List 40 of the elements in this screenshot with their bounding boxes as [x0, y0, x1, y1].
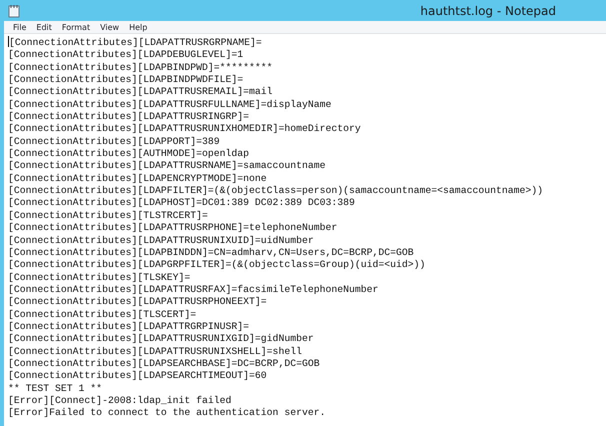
text-area[interactable] [4, 34, 606, 426]
text-line: [ConnectionAttributes][LDAPBINDPWD]=********* [8, 62, 273, 74]
text-cursor [8, 36, 9, 47]
text-line: [ConnectionAttributes][TLSKEY]= [8, 272, 190, 284]
text-line: [ConnectionAttributes][LDAPATTRUSREMAIL]=mail [8, 86, 273, 99]
text-line: [ConnectionAttributes][LDAPATTRGRPINUSR]= [8, 320, 250, 334]
text-line: [ConnectionAttributes][LDAPATTRUSRGRPNAME]= [8, 36, 262, 50]
text-line: [Error][Connect]-2008:ldap_init failed [8, 394, 232, 408]
text-line: [ConnectionAttributes][TLSTRCERT]= [8, 210, 208, 222]
text-line: [ConnectionAttributes][LDAPATTRUSRPHONE]=telephoneNumber [8, 222, 338, 234]
text-line: [ConnectionAttributes][LDAPSEARCHTIMEOUT]=60 [8, 370, 267, 383]
text-line: [ConnectionAttributes][LDAPATTRUSRNAME]=samaccountname [8, 160, 326, 173]
text-line: [ConnectionAttributes][LDAPATTRUSRFAX]=facsimileTelephoneNumber [8, 284, 378, 296]
text-line: [ConnectionAttributes][LDAPDEBUGLEVEL]=1 [8, 49, 244, 62]
text-line: [ConnectionAttributes][LDAPATTRUSRUNIXSHELL]=shell [8, 346, 302, 358]
text-line: [ConnectionAttributes][LDAPHOST]=DC01:389 DC02:389 DC03:389 [8, 197, 355, 210]
text-line: [ConnectionAttributes][LDAPBINDPWDFILE]= [8, 74, 244, 86]
text-line: [ConnectionAttributes][LDAPFILTER]=(&(objectClass=person)(samaccountname=<samaccountname>)) [8, 185, 543, 198]
menu-item[interactable]: Edit [31, 21, 57, 33]
text-line: [ConnectionAttributes][LDAPGRPFILTER]=(&(objectclass=Group)(uid=<uid>)) [8, 259, 426, 272]
text-line: [ConnectionAttributes][LDAPPORT]=389 [8, 136, 220, 148]
text-line: [ConnectionAttributes][TLSCERT]= [8, 308, 196, 321]
text-line: [ConnectionAttributes][LDAPENCRYPTMODE]=none [8, 172, 267, 186]
menu-item[interactable]: Format [56, 21, 96, 33]
notepad-icon [8, 4, 20, 18]
window-title: hauthtst.log - Notepad [420, 2, 556, 20]
text-line: [ConnectionAttributes][LDAPATTRUSRUNIXHOMEDIR]=homeDirectory [8, 123, 361, 136]
text-line: [ConnectionAttributes][LDAPATTRUSRUNIXGID]=gidNumber [8, 333, 314, 346]
text-line: ** TEST SET 1 ** [8, 382, 102, 395]
menu-item[interactable]: View [95, 21, 124, 33]
text-line: [ConnectionAttributes][AUTHMODE]=openldap [8, 148, 250, 160]
text-line: [ConnectionAttributes][LDAPSEARCHBASE]=DC=BCRP,DC=GOB [8, 358, 320, 370]
menu-item[interactable]: File [8, 21, 32, 33]
text-line: [Error]Failed to connect to the authentication server. [8, 407, 326, 420]
text-line: [ConnectionAttributes][LDAPATTRUSRINGRP]= [8, 111, 250, 124]
menu-item[interactable]: Help [124, 21, 152, 33]
text-line: [ConnectionAttributes][LDAPATTRUSRFULLNAME]=displayName [8, 98, 332, 112]
text-line: [ConnectionAttributes][LDAPATTRUSRUNIXUID]=uidNumber [8, 234, 314, 247]
text-line: [ConnectionAttributes][LDAPBINDDN]=CN=admharv,CN=Users,DC=BCRP,DC=GOB [8, 246, 414, 260]
text-line: [ConnectionAttributes][LDAPATTRUSRPHONEEXT]= [8, 296, 267, 309]
